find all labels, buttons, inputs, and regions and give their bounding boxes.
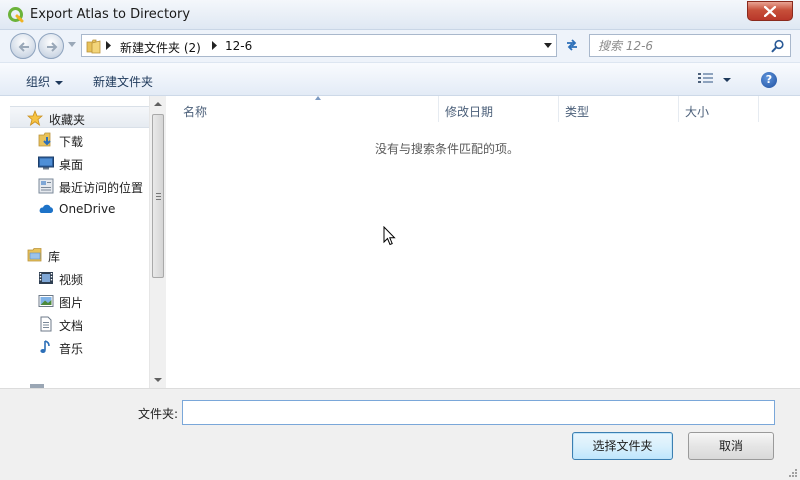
nav-item-libraries[interactable]: 库 [0,244,150,266]
nav-item-label: 图片 [59,296,84,310]
search-input[interactable] [598,39,768,53]
forward-button[interactable] [38,33,64,59]
library-folder-icon [27,248,42,262]
cancel-button[interactable]: 取消 [688,432,774,460]
music-icon [40,340,50,353]
nav-item-label: 收藏夹 [49,113,86,127]
address-row: 新建文件夹 (2) 12-6 [0,30,800,62]
folder-icon [86,39,101,54]
documents-icon [40,316,52,332]
select-folder-button[interactable]: 选择文件夹 [572,432,673,460]
nav-item-label: 音乐 [59,342,84,356]
history-dropdown-icon[interactable] [68,42,76,48]
qgis-logo-icon [8,7,24,23]
search-icon[interactable] [771,39,785,53]
forward-arrow-icon [47,42,58,52]
nav-item-label: 文档 [59,319,84,333]
back-arrow-icon [18,42,29,52]
sort-ascending-icon [315,96,321,100]
download-folder-icon [38,132,51,147]
column-header-size[interactable]: 大小 [679,96,759,122]
back-button[interactable] [10,33,36,59]
organize-menu[interactable]: 组织 [26,73,64,90]
new-folder-button[interactable]: 新建文件夹 [93,73,153,90]
breadcrumb-item[interactable]: 12-6 [225,39,252,53]
address-dropdown-icon[interactable] [544,43,552,48]
nav-item-label: 桌面 [59,158,84,172]
navigation-scrollbar[interactable] [149,96,166,388]
address-bar[interactable]: 新建文件夹 (2) 12-6 [81,34,557,57]
help-button[interactable]: ? [761,72,777,88]
refresh-icon [567,39,577,51]
pictures-icon [38,295,54,307]
nav-item-label: 视频 [59,273,84,287]
breadcrumb-chevron-icon[interactable] [212,41,218,50]
star-icon [27,110,43,126]
chevron-down-icon [55,80,64,85]
column-header-name[interactable]: 名称 [177,96,439,122]
title-bar: Export Atlas to Directory [0,0,800,30]
breadcrumb-item[interactable]: 新建文件夹 (2) [120,39,201,56]
onedrive-icon [39,204,54,213]
breadcrumb-chevron-icon[interactable] [106,41,112,50]
nav-item-documents[interactable]: 文档 [0,313,150,335]
view-dropdown-icon[interactable] [723,78,731,82]
nav-item-onedrive[interactable]: OneDrive [0,198,150,220]
column-header-type[interactable]: 类型 [559,96,679,122]
nav-item-label: 最近访问的位置 [59,181,144,195]
scroll-down-icon[interactable] [154,378,162,382]
search-box[interactable] [589,34,791,57]
nav-item-desktop[interactable]: 桌面 [0,152,150,174]
navigation-pane: 收藏夹 下载 桌面 最近访问的位置 OneDrive 库 视频 图片 文档 音乐 [0,96,166,388]
folder-input[interactable] [182,400,775,425]
folder-label: 文件夹: [138,407,179,421]
file-list[interactable]: 名称 修改日期 类型 大小 没有与搜索条件匹配的项。 [167,96,800,388]
column-header-modified[interactable]: 修改日期 [439,96,559,122]
nav-item-pictures[interactable]: 图片 [0,290,150,312]
video-icon [39,272,53,284]
recent-places-icon [38,178,54,194]
nav-item-recent-places[interactable]: 最近访问的位置 [0,175,150,197]
mouse-cursor-icon [383,226,396,246]
resize-grip-icon[interactable] [788,468,798,478]
scroll-up-icon[interactable] [154,102,162,106]
dialog-footer: 文件夹: 选择文件夹 取消 [0,388,800,480]
nav-item-videos[interactable]: 视频 [0,267,150,289]
grip-icon [156,193,161,200]
nav-item-music[interactable]: 音乐 [0,336,150,358]
nav-item-downloads[interactable]: 下载 [0,129,150,151]
close-icon [764,6,776,17]
view-options-icon[interactable] [697,72,715,86]
nav-item-favorites[interactable]: 收藏夹 [10,106,149,128]
organize-label: 组织 [26,75,51,89]
nav-item-label: 下载 [59,135,84,149]
empty-message: 没有与搜索条件匹配的项。 [374,142,519,156]
nav-item-label: OneDrive [59,202,116,216]
command-toolbar: 组织 新建文件夹 ? [0,62,800,96]
close-button[interactable] [747,1,793,21]
window-title: Export Atlas to Directory [30,7,191,22]
scrollbar-thumb[interactable] [152,114,164,278]
refresh-button[interactable] [561,34,583,57]
nav-item-label: 库 [48,250,61,264]
desktop-icon [38,156,54,170]
